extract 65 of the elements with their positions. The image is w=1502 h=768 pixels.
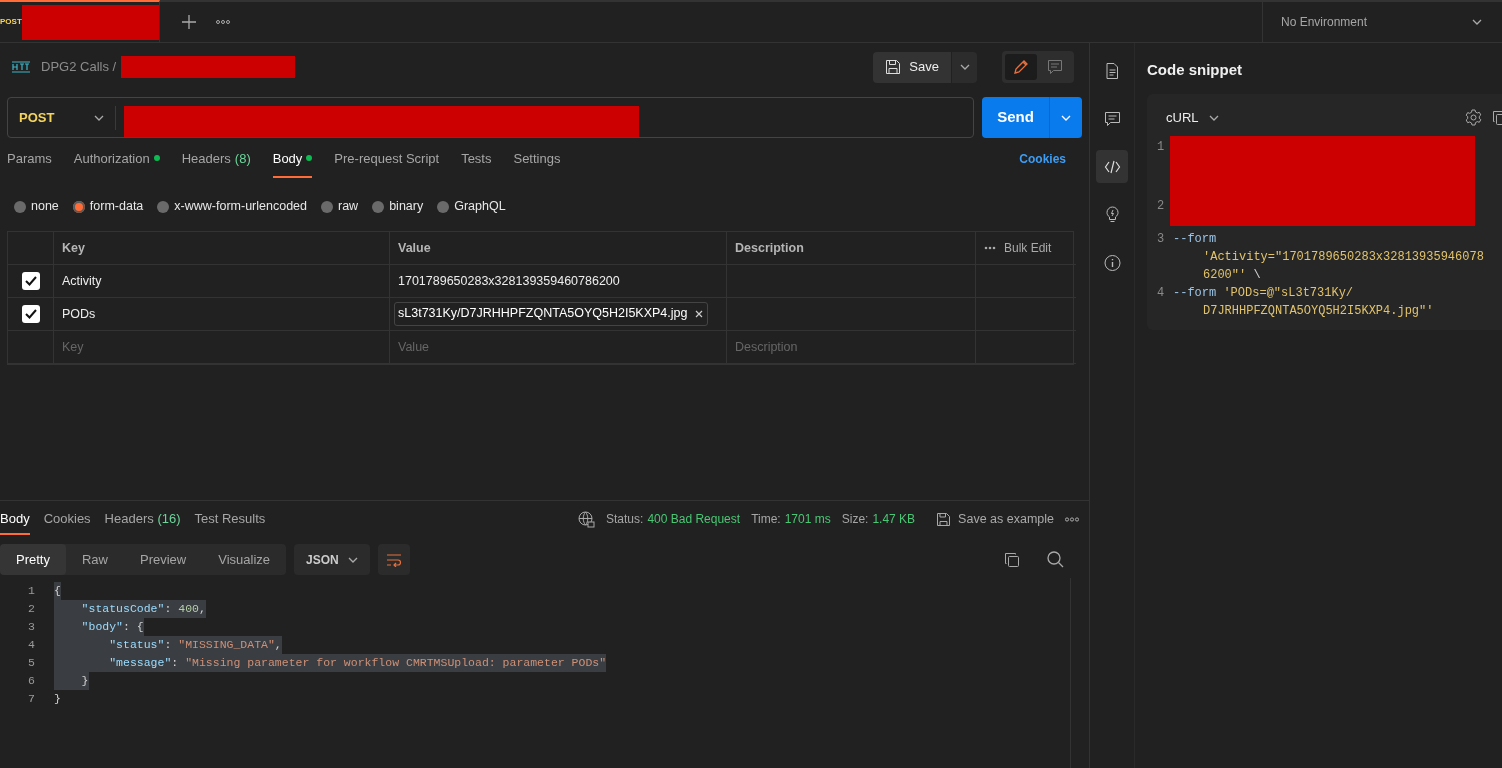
line-number: 3 <box>27 619 35 635</box>
table-cell-text: 1701789650283x328139359460786200 <box>398 272 620 290</box>
code-line: } <box>54 691 61 707</box>
status-label: Status: <box>606 511 644 528</box>
method-dropdown[interactable]: POST <box>8 105 116 130</box>
view-mode-tab[interactable]: Pretty <box>0 544 66 575</box>
code-line: D7JRHHPFZQNTA5OYQ5H2I5KXP4.jpg"' <box>1202 302 1434 320</box>
size-value: 1.47 KB <box>872 511 916 528</box>
url-field[interactable]: POST <box>7 97 974 138</box>
request-tab[interactable]: Pre-request Script <box>334 148 440 178</box>
view-mode-tab[interactable]: Visualize <box>202 544 287 575</box>
code-line: 6200"' \ <box>1202 266 1262 284</box>
line-number: 4 <box>27 637 35 653</box>
environment-selector[interactable]: No Environment <box>1262 2 1502 42</box>
file-chip[interactable]: sL3t731Ky/D7JRHHPFZQNTA5OYQ5H2I5KXP4.jpg <box>394 302 709 326</box>
response-tab[interactable]: Body <box>0 502 30 536</box>
body-type-radio[interactable]: x-www-form-urlencoded <box>157 194 307 219</box>
request-tab[interactable]: Tests <box>461 148 492 178</box>
line-number: 7 <box>27 691 35 707</box>
line-number: 2 <box>27 601 35 617</box>
column-header: Key <box>54 232 390 265</box>
code-line: 'Activity="1701789650283x32813935946078 <box>1202 248 1484 266</box>
language-dropdown[interactable]: cURL <box>1157 107 1228 128</box>
response-tab[interactable]: Headers (16) <box>104 502 181 536</box>
size-label: Size: <box>841 511 869 528</box>
cookies-link[interactable]: Cookies <box>1013 149 1072 178</box>
status-value: 400 Bad Request <box>647 511 741 528</box>
method-label: POST <box>0 16 22 28</box>
save-example-button[interactable]: Save as example <box>936 509 1054 529</box>
body-type-radio[interactable]: GraphQL <box>437 194 506 219</box>
request-tab[interactable]: POST <box>0 0 160 42</box>
code-line: --form 'PODs=@"sL3t731Ky/ <box>1173 284 1355 302</box>
request-tab[interactable]: Body <box>272 148 313 178</box>
request-tab[interactable]: Settings <box>513 148 561 178</box>
line-number: 4 <box>1157 284 1166 302</box>
view-mode-tab[interactable]: Preview <box>124 544 203 575</box>
time-value: 1701 ms <box>784 511 831 528</box>
column-header: Description <box>727 232 976 265</box>
request-tab[interactable]: Authorization <box>73 148 160 178</box>
request-tab[interactable]: Params <box>7 148 52 178</box>
body-type-radio[interactable]: binary <box>372 194 424 219</box>
line-number: 5 <box>27 655 35 671</box>
line-number: 2 <box>1157 197 1166 215</box>
format-dropdown[interactable]: JSON <box>294 544 371 575</box>
code-line: --form <box>1173 230 1218 248</box>
table-cell-text: Activity <box>62 272 102 290</box>
panel-title: Code snippet <box>1147 60 1242 80</box>
column-header: Value <box>390 232 727 265</box>
breadcrumb-text: DPG2 Calls / <box>41 58 117 77</box>
line-number: 1 <box>1157 138 1166 156</box>
body-type-radio[interactable]: raw <box>321 194 359 219</box>
body-type-radio[interactable]: none <box>14 194 59 219</box>
table-cell-text: PODs <box>62 305 96 323</box>
line-number: 1 <box>27 583 35 599</box>
line-number: 6 <box>27 673 35 689</box>
line-number: 3 <box>1157 230 1166 248</box>
response-tab[interactable]: Test Results <box>194 502 266 536</box>
save-button[interactable]: Save <box>873 51 951 83</box>
body-type-radio[interactable]: form-data <box>72 194 144 219</box>
view-mode-tab[interactable]: Raw <box>65 544 124 575</box>
request-tab[interactable]: Headers (8) <box>181 148 251 178</box>
bulk-edit-link[interactable]: Bulk Edit <box>1004 239 1052 257</box>
response-tab[interactable]: Cookies <box>43 502 91 536</box>
send-button[interactable]: Send <box>982 97 1049 138</box>
time-label: Time: <box>751 511 781 528</box>
